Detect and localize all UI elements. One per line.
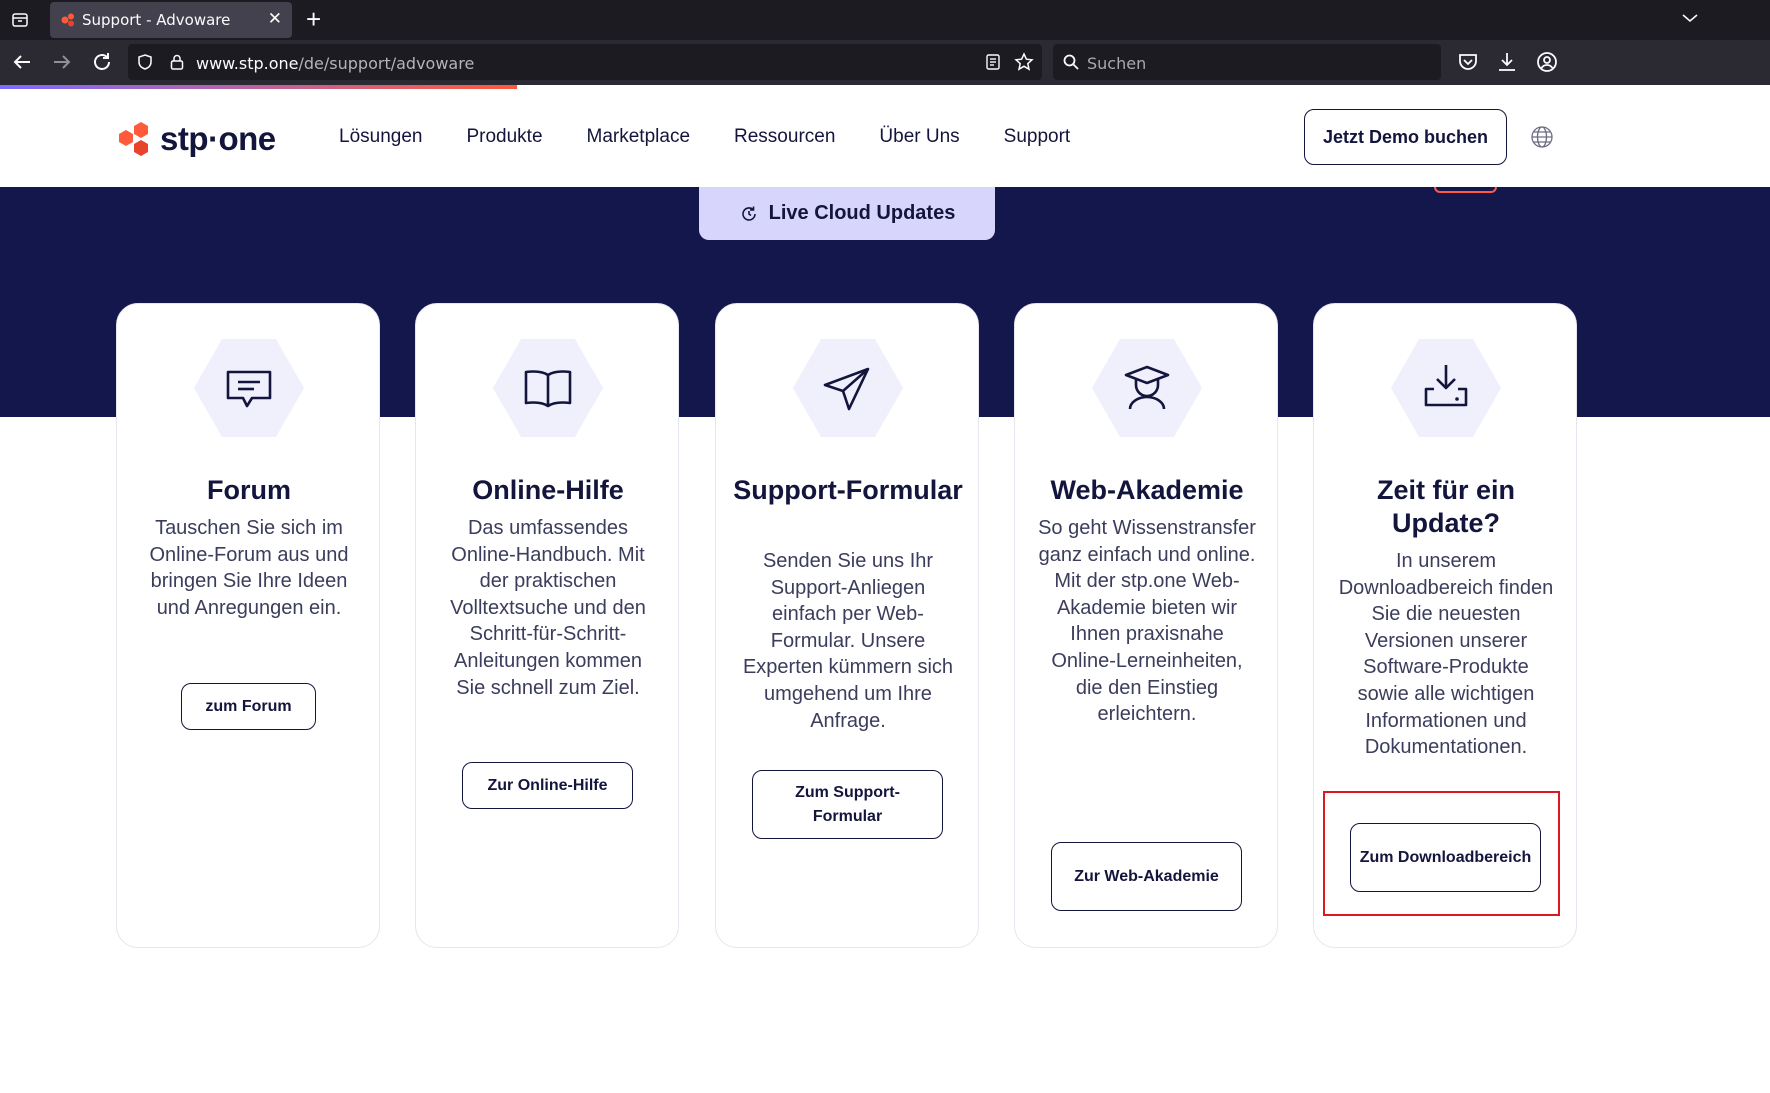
search-placeholder: Suchen (1087, 54, 1147, 73)
chat-icon (194, 339, 304, 437)
support-formular-button[interactable]: Zum Support-Formular (752, 770, 943, 839)
forum-button[interactable]: zum Forum (181, 683, 316, 730)
card-title: Forum (207, 475, 291, 505)
shield-icon[interactable] (136, 53, 154, 71)
logo-text: stp·one (160, 120, 276, 157)
pocket-icon[interactable] (1456, 50, 1480, 74)
reader-view-icon[interactable] (984, 53, 1002, 71)
lock-icon[interactable] (168, 53, 186, 71)
menu-item-loesungen[interactable]: Lösungen (339, 126, 422, 148)
tab-list-icon[interactable] (8, 8, 32, 32)
download-icon[interactable] (1495, 50, 1519, 74)
live-cloud-updates-label: Live Cloud Updates (768, 202, 956, 224)
card-title: Support-Formular (733, 475, 963, 505)
book-icon (493, 339, 603, 437)
browser-nav-bar: www.stp.one/de/support/advoware Suchen (0, 40, 1770, 85)
menu-item-marketplace[interactable]: Marketplace (587, 126, 691, 148)
support-card-web-akademie: Web-Akademie So geht Wissenstransfer gan… (1014, 303, 1278, 948)
url-text: www.stp.one/de/support/advoware (196, 54, 474, 73)
browser-tab-bar: Support - Advoware ✕ + (0, 0, 1770, 40)
globe-icon[interactable] (1530, 125, 1554, 149)
menu-item-ressourcen[interactable]: Ressourcen (734, 126, 835, 148)
url-bar[interactable]: www.stp.one/de/support/advoware (128, 44, 1042, 80)
support-card-online-hilfe: Online-Hilfe Das umfassendes Online-Hand… (415, 303, 679, 948)
main-menu: Lösungen Produkte Marketplace Ressourcen… (339, 126, 1114, 148)
card-description: Tauschen Sie sich im Online-Forum aus un… (149, 517, 349, 619)
new-tab-icon[interactable]: + (306, 4, 321, 35)
demo-booking-button[interactable]: Jetzt Demo buchen (1304, 109, 1507, 165)
search-bar[interactable]: Suchen (1053, 44, 1441, 80)
stp-one-logo-icon (119, 122, 148, 156)
orange-button-edge (1434, 187, 1497, 193)
browser-tab-active[interactable]: Support - Advoware ✕ (50, 2, 292, 38)
bookmark-star-icon[interactable] (1014, 52, 1034, 72)
card-description: Das umfassendes Online-Handbuch. Mit der… (450, 517, 646, 699)
card-title: Online-Hilfe (472, 475, 624, 505)
web-akademie-button[interactable]: Zur Web-Akademie (1051, 842, 1242, 911)
close-tab-icon[interactable]: ✕ (268, 9, 282, 29)
download-icon (1391, 339, 1501, 437)
chevron-down-icon[interactable] (1678, 6, 1702, 30)
live-cloud-updates-button[interactable]: Live Cloud Updates (699, 187, 995, 240)
account-icon[interactable] (1535, 50, 1559, 74)
clock-refresh-icon (741, 206, 756, 221)
favicon-icon (61, 13, 74, 27)
menu-item-produkte[interactable]: Produkte (466, 126, 542, 148)
site-header: stp·one Lösungen Produkte Marketplace Re… (0, 89, 1770, 187)
support-card-forum: Forum Tauschen Sie sich im Online-Forum … (116, 303, 380, 948)
stp-one-logo[interactable]: stp·one (116, 119, 276, 159)
menu-item-support[interactable]: Support (1004, 126, 1071, 148)
support-card-formular: Support-Formular Senden Sie uns Ihr Supp… (715, 303, 979, 948)
reload-icon[interactable] (90, 50, 114, 74)
card-description: Senden Sie uns Ihr Support-Anliegen einf… (742, 550, 954, 732)
online-hilfe-button[interactable]: Zur Online-Hilfe (462, 762, 633, 809)
card-title: Web-Akademie (1050, 475, 1244, 505)
url-path: /de/support/advoware (298, 54, 475, 73)
graduation-cap-icon (1092, 339, 1202, 437)
tab-title: Support - Advoware (82, 11, 231, 29)
url-host: www.stp.one (196, 54, 299, 73)
forward-icon[interactable] (50, 50, 74, 74)
card-title: Zeit für ein Update? (1376, 475, 1515, 538)
menu-item-ueber-uns[interactable]: Über Uns (879, 126, 959, 148)
paper-plane-icon (793, 339, 903, 437)
back-icon[interactable] (10, 50, 34, 74)
card-description: In unserem Downloadbereich finden Sie di… (1338, 550, 1554, 759)
search-icon (1063, 54, 1079, 70)
highlight-box (1323, 791, 1560, 916)
card-description: So geht Wissenstransfer ganz einfach und… (1038, 517, 1256, 726)
